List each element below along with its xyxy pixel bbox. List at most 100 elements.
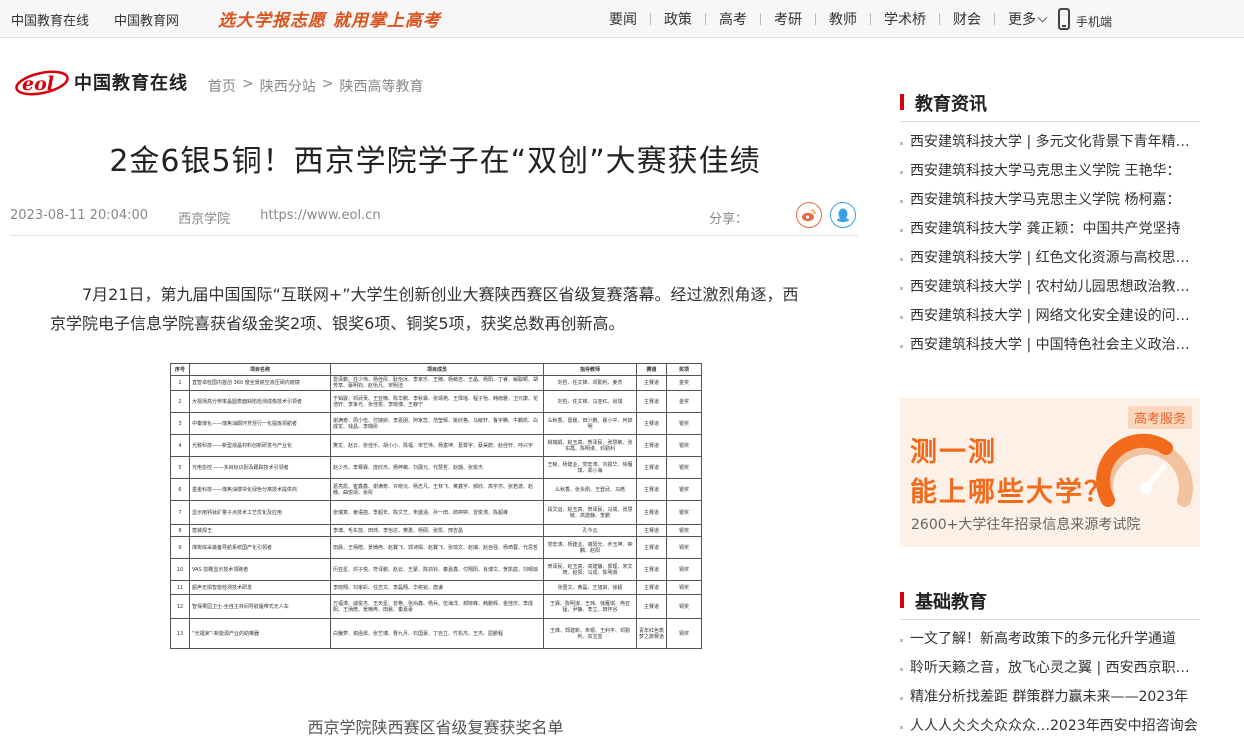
cell-project: VAS 前瞻显示技术领跑者: [189, 558, 331, 581]
news-item[interactable]: 西安建筑科技大学马克思主义学院 王艳华：: [900, 157, 1200, 186]
news-item[interactable]: 西安建筑科技大学 | 农村幼儿园思想政治教育研究: [900, 273, 1200, 302]
main-nav: 要闻 政策 高考 考研 教师 学术桥 财会 更多: [596, 9, 1050, 29]
table-row: 10 VAS 前瞻显示技术领跑者 历亚星、邓子悦、符译鹏、赵云、王蒙、陈劲铃、秦嘉鑫…: [170, 558, 702, 581]
basic-edu-item[interactable]: 一文了解！新高考政策下的多元化升学通道: [900, 625, 1200, 654]
cell-advisors: 党宏涛、杨建业、谢阳光、乔玉坤、钟麟、赵阳: [543, 536, 637, 559]
basic-edu-item[interactable]: 聆听天籁之音，放飞心灵之翼 | 西安西京职业学院: [900, 654, 1200, 683]
news-item[interactable]: 西安建筑科技大学 | 红色文化资源与高校思想政治教育: [900, 244, 1200, 273]
logo-mark-text: eol: [22, 73, 54, 95]
table-row: 1 直智卓检国内首创 360 度全景航空液压阀内窥镜 雷泽鹏、任少伟、杨佳彤、耿怡冰…: [170, 375, 702, 391]
news-item[interactable]: 西安建筑科技大学 | 多元文化背景下青年精神文化建设: [900, 128, 1200, 157]
cell-project: 煤炭综采装备导航系统国产化引领者: [189, 536, 331, 559]
cell-award: 金奖: [666, 375, 702, 391]
cell-project: 大视场高分辨率晶圆表面缺陷检测成像技术引领者: [189, 390, 331, 413]
share-qq-button[interactable]: [830, 202, 856, 228]
col-header-index: 序号: [170, 363, 190, 376]
cell-track: 主赛道: [636, 594, 667, 619]
table-header-row: 序号 项目名称 项目成员 指导教师 赛道 奖项: [170, 363, 702, 376]
col-header-members: 项目成员: [330, 363, 544, 376]
share-weibo-button[interactable]: [796, 202, 822, 228]
mobile-link[interactable]: 手机端: [1058, 7, 1112, 30]
site-logo[interactable]: eol 中国教育在线: [14, 66, 188, 98]
table-row: 5 光电协控 ——多目标识别及跟踪技术引领者 赵少杰、李骞霖、庞欣杰、杨梓薇、刘展元…: [170, 456, 702, 479]
cell-project: 超声无损智能检测技术研发: [189, 580, 331, 595]
nav-item-gaokao[interactable]: 高考: [706, 9, 760, 29]
nav-item-teacher[interactable]: 教师: [816, 9, 870, 29]
image-caption: 西京学院陕西赛区省级复赛获奖名单: [307, 718, 564, 737]
cell-advisors: 王霖、陈明淑、王玮、徐雁琪、冉亚猛、尹静、李立、田怀谷: [543, 594, 637, 619]
nav-item-policy[interactable]: 政策: [651, 9, 705, 29]
basic-edu-item[interactable]: 精准分析找差距 群策群力赢未来——2023年: [900, 683, 1200, 712]
nav-more-dropdown[interactable]: 更多: [995, 9, 1050, 29]
cell-advisors: 么秋香、葛媛、田少鹏、翟小平、何焯明: [543, 412, 637, 435]
cell-track: 主赛道: [636, 500, 667, 525]
cell-project: 显示用钙钛矿量子点技术工艺优化及应用: [189, 500, 331, 525]
cell-index: 4: [170, 434, 190, 457]
table-row: 4 光致科技——新型液晶材料创新研发与产业化 樊龙、赵云、张佳乐、胡小小、陈福、宋艺…: [170, 434, 702, 457]
cell-award: 银奖: [666, 500, 702, 525]
cell-advisors: 姚瑞娟、赵玉真、贺泽民、张慧敏、张东霞、陈明淑、邓勤利: [543, 434, 637, 457]
breadcrumb-separator: >: [321, 76, 334, 92]
basic-edu-item[interactable]: 人人人仌仌仌众众众…2023年西安中招咨询会: [900, 712, 1200, 741]
cell-track: 主赛道: [636, 434, 667, 457]
section-accent-bar: [900, 592, 904, 608]
nav-more-label: 更多: [1008, 12, 1036, 28]
cell-index: 13: [170, 618, 190, 649]
slogan-banner[interactable]: 选大学报志愿 就用掌上高考: [218, 6, 441, 31]
cell-index: 12: [170, 594, 190, 619]
cell-award: 银奖: [666, 434, 702, 457]
cell-members: 李晓翔、刘家彩、任志文、李磊翔、华奕铭、唐谦: [330, 580, 544, 595]
meta-divider: [10, 235, 858, 236]
nav-item-finance[interactable]: 财会: [940, 9, 994, 29]
table-row: 6 墨金科技——煤焦油楼块化绿色分离技术提供商 葛亮凯、崔鑫鑫、谢满奇、许晓沅、杨志…: [170, 478, 702, 501]
section-accent-bar: [900, 94, 904, 110]
cell-members: 田晨、王柄皓、景楠冉、赵翼飞、郭诗娟、赵翼飞、张琼文、赵瑞、赵自强、杨琦蓉、代思…: [330, 536, 544, 559]
cell-track: 主赛道: [636, 478, 667, 501]
cell-award: 铜奖: [666, 536, 702, 559]
award-table-body: 1 直智卓检国内首创 360 度全景航空液压阀内窥镜 雷泽鹏、任少伟、杨佳彤、耿怡冰…: [170, 375, 702, 649]
basic-edu-section-title: 基础教育: [915, 592, 987, 613]
chevron-down-icon: [1037, 12, 1048, 23]
basic-edu-list: 一文了解！新高考政策下的多元化升学通道 聆听天籁之音，放飞心灵之翼 | 西安西京…: [900, 625, 1200, 741]
cell-advisors: 刘哲、任文锋、邓勤利、姜杰: [543, 375, 637, 391]
nav-item-academic[interactable]: 学术桥: [871, 9, 939, 29]
cell-members: 樊龙、赵云、张佳乐、胡小小、陈福、宋艺伟、杨富坤、葛霄宇、蔡昊蔚、赵佳轩、呼兴宇: [330, 434, 544, 457]
cell-index: 8: [170, 524, 190, 537]
news-item[interactable]: 西安建筑科技大学 | 网络文化安全建设的问题与对策: [900, 302, 1200, 331]
cell-advisors: 孔今云: [543, 524, 637, 537]
breadcrumb-shaanxi[interactable]: 陕西分站: [260, 76, 316, 96]
cell-members: 万福涛、戚俊杰、王天星、曾艳、张尚鑫、杨兵、伍海洋、郝晓峰、韩鹏辉、金佳庆、李成…: [330, 594, 544, 619]
gaokao-service-ad[interactable]: 高考服务 测一测 能上哪些大学？ 2600+大学往年招录信息来源考试院: [900, 398, 1200, 547]
cell-advisors: 王烽、郭建新、朱银、王利平、邓勤利、袁宝玺: [543, 618, 637, 649]
cell-index: 1: [170, 375, 190, 391]
col-header-track: 赛道: [636, 363, 667, 376]
nav-item-kaoyan[interactable]: 考研: [761, 9, 815, 29]
cell-members: 谢满奇、周小伍、付婧娇、李嘉朋、阿家蕊、范莹辉、姚欣格、马敏轩、鲁宇腾、牛麟凯、…: [330, 412, 544, 435]
table-row: 12 智保果园卫士-全自主林间导航履带式无人车 万福涛、戚俊杰、王天星、曾艳、张尚鑫…: [170, 594, 702, 619]
nav-item-news[interactable]: 要闻: [596, 9, 650, 29]
cell-members: 赵少杰、李骞霖、庞欣杰、杨梓薇、刘展元、代慧哲、赵璐、张俊杰: [330, 456, 544, 479]
breadcrumb-home[interactable]: 首页: [208, 76, 236, 96]
cell-award: 金奖: [666, 390, 702, 413]
news-list: 西安建筑科技大学 | 多元文化背景下青年精神文化建设 西安建筑科技大学马克思主义…: [900, 128, 1200, 360]
cell-index: 5: [170, 456, 190, 479]
cell-members: 于铂骏、邓武贡、王亚楠、陈华鹏、李秋霖、张靖苑、王怿瑶、程子怡、韩雨雅、卫元康、…: [330, 390, 544, 413]
award-list-image: 序号 项目名称 项目成员 指导教师 赛道 奖项 1 直智卓检国内首创 360 度全…: [170, 363, 702, 649]
site-link-edu-net[interactable]: 中国教育网: [114, 10, 179, 29]
cell-members: 雷泽鹏、任少伟、杨佳彤、耿怡冰、李家乐、王楠、杨萌吉、王晶、杨阳、丁睿、解聪颖、…: [330, 375, 544, 391]
cell-advisors: 贺泽民、赵玉真、高建静、郭理、宋文琦、赵阳、马成、陈明淑: [543, 558, 637, 581]
news-item[interactable]: 西安建筑科技大学马克思主义学院 杨柯嘉：: [900, 186, 1200, 215]
table-row: 9 煤炭综采装备导航系统国产化引领者 田晨、王柄皓、景楠冉、赵翼飞、郭诗娟、赵翼飞、…: [170, 536, 702, 559]
table-row: 13 “光福家”-新能源产业的助推器 白騰萝、谢函翠、张艺博、曹九月、石国豪、丁自立…: [170, 618, 702, 649]
cell-award: 铜奖: [666, 618, 702, 649]
cell-index: 2: [170, 390, 190, 413]
cell-track: 青年红色筑梦之旅赛道: [636, 618, 667, 649]
cell-project: 光电协控 ——多目标识别及跟踪技术引领者: [189, 456, 331, 479]
news-item[interactable]: 西安建筑科技大学 | 中国特色社会主义政治经济学: [900, 331, 1200, 360]
site-link-eol-online[interactable]: 中国教育在线: [11, 10, 89, 29]
logo-text: 中国教育在线: [74, 73, 188, 94]
cell-advisors: 么秋香、张永刚、王登武、马皓: [543, 478, 637, 501]
news-item[interactable]: 西安建筑科技大学 龚正颖：中国共产党坚持: [900, 215, 1200, 244]
article-paragraph: 7月21日，第九届中国国际“互联网+”大学生创新创业大赛陕西赛区省级复赛落幕。经…: [50, 285, 799, 333]
breadcrumb-higher-edu[interactable]: 陕西高等教育: [339, 76, 423, 96]
